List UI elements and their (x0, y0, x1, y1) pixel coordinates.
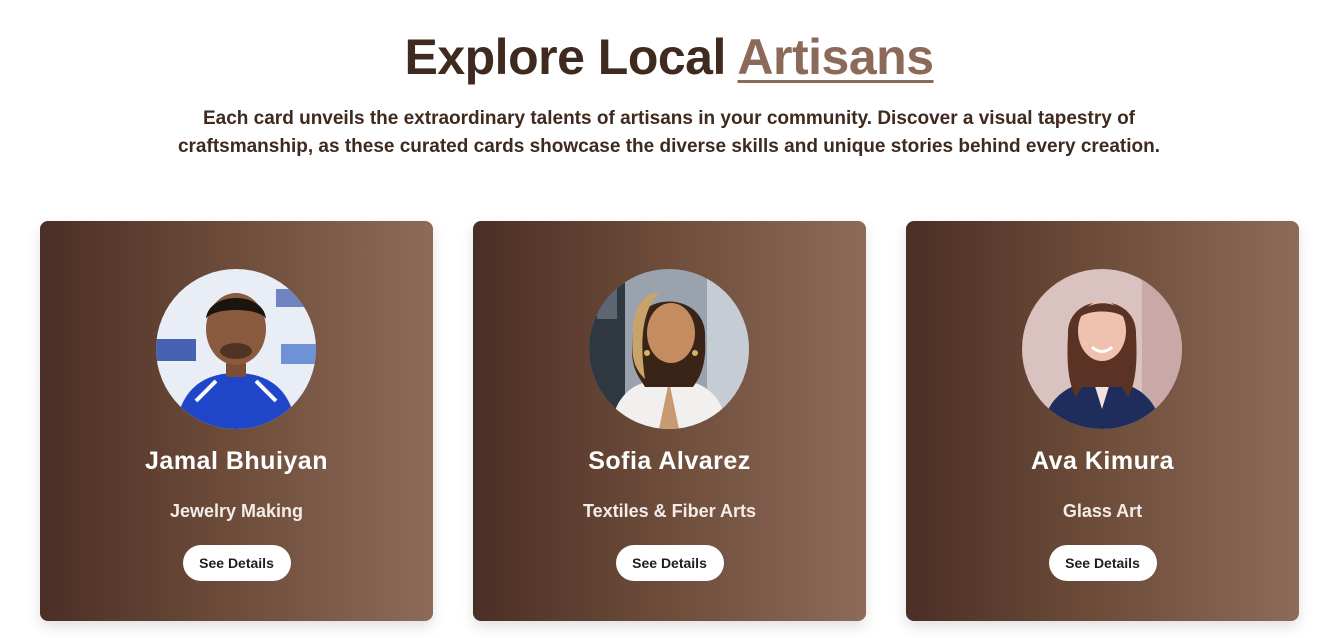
person-photo-icon (589, 269, 749, 429)
see-details-button[interactable]: See Details (615, 545, 724, 581)
person-photo-icon (1022, 269, 1182, 429)
see-details-button[interactable]: See Details (1048, 545, 1157, 581)
artisan-craft: Glass Art (1062, 501, 1143, 521)
title-prefix: Explore Local (404, 29, 726, 85)
avatar (589, 269, 749, 429)
title-accent: Artisans (737, 29, 934, 85)
artisan-card-list: Jamal Bhuiyan Jewelry Making See Details (40, 221, 1299, 621)
artisan-card: Ava Kimura Glass Art See Details (906, 221, 1299, 621)
artisan-card: Sofia Alvarez Textiles & Fiber Arts See … (473, 221, 866, 621)
person-photo-icon (156, 269, 316, 429)
avatar (1022, 269, 1182, 429)
artisan-name: Ava Kimura (1030, 447, 1174, 475)
artisan-craft: Textiles & Fiber Arts (582, 501, 757, 521)
artisan-name: Jamal Bhuiyan (145, 447, 328, 475)
page-subtitle: Each card unveils the extraordinary tale… (177, 108, 1161, 157)
avatar (156, 269, 316, 429)
artisan-craft: Jewelry Making (169, 501, 304, 521)
page-title: Explore Local Artisans (0, 28, 1338, 86)
artisan-name: Sofia Alvarez (588, 447, 751, 475)
artisan-card: Jamal Bhuiyan Jewelry Making See Details (40, 221, 433, 621)
artisans-section: Explore Local Artisans Each card unveils… (0, 0, 1338, 638)
see-details-button[interactable]: See Details (182, 545, 291, 581)
